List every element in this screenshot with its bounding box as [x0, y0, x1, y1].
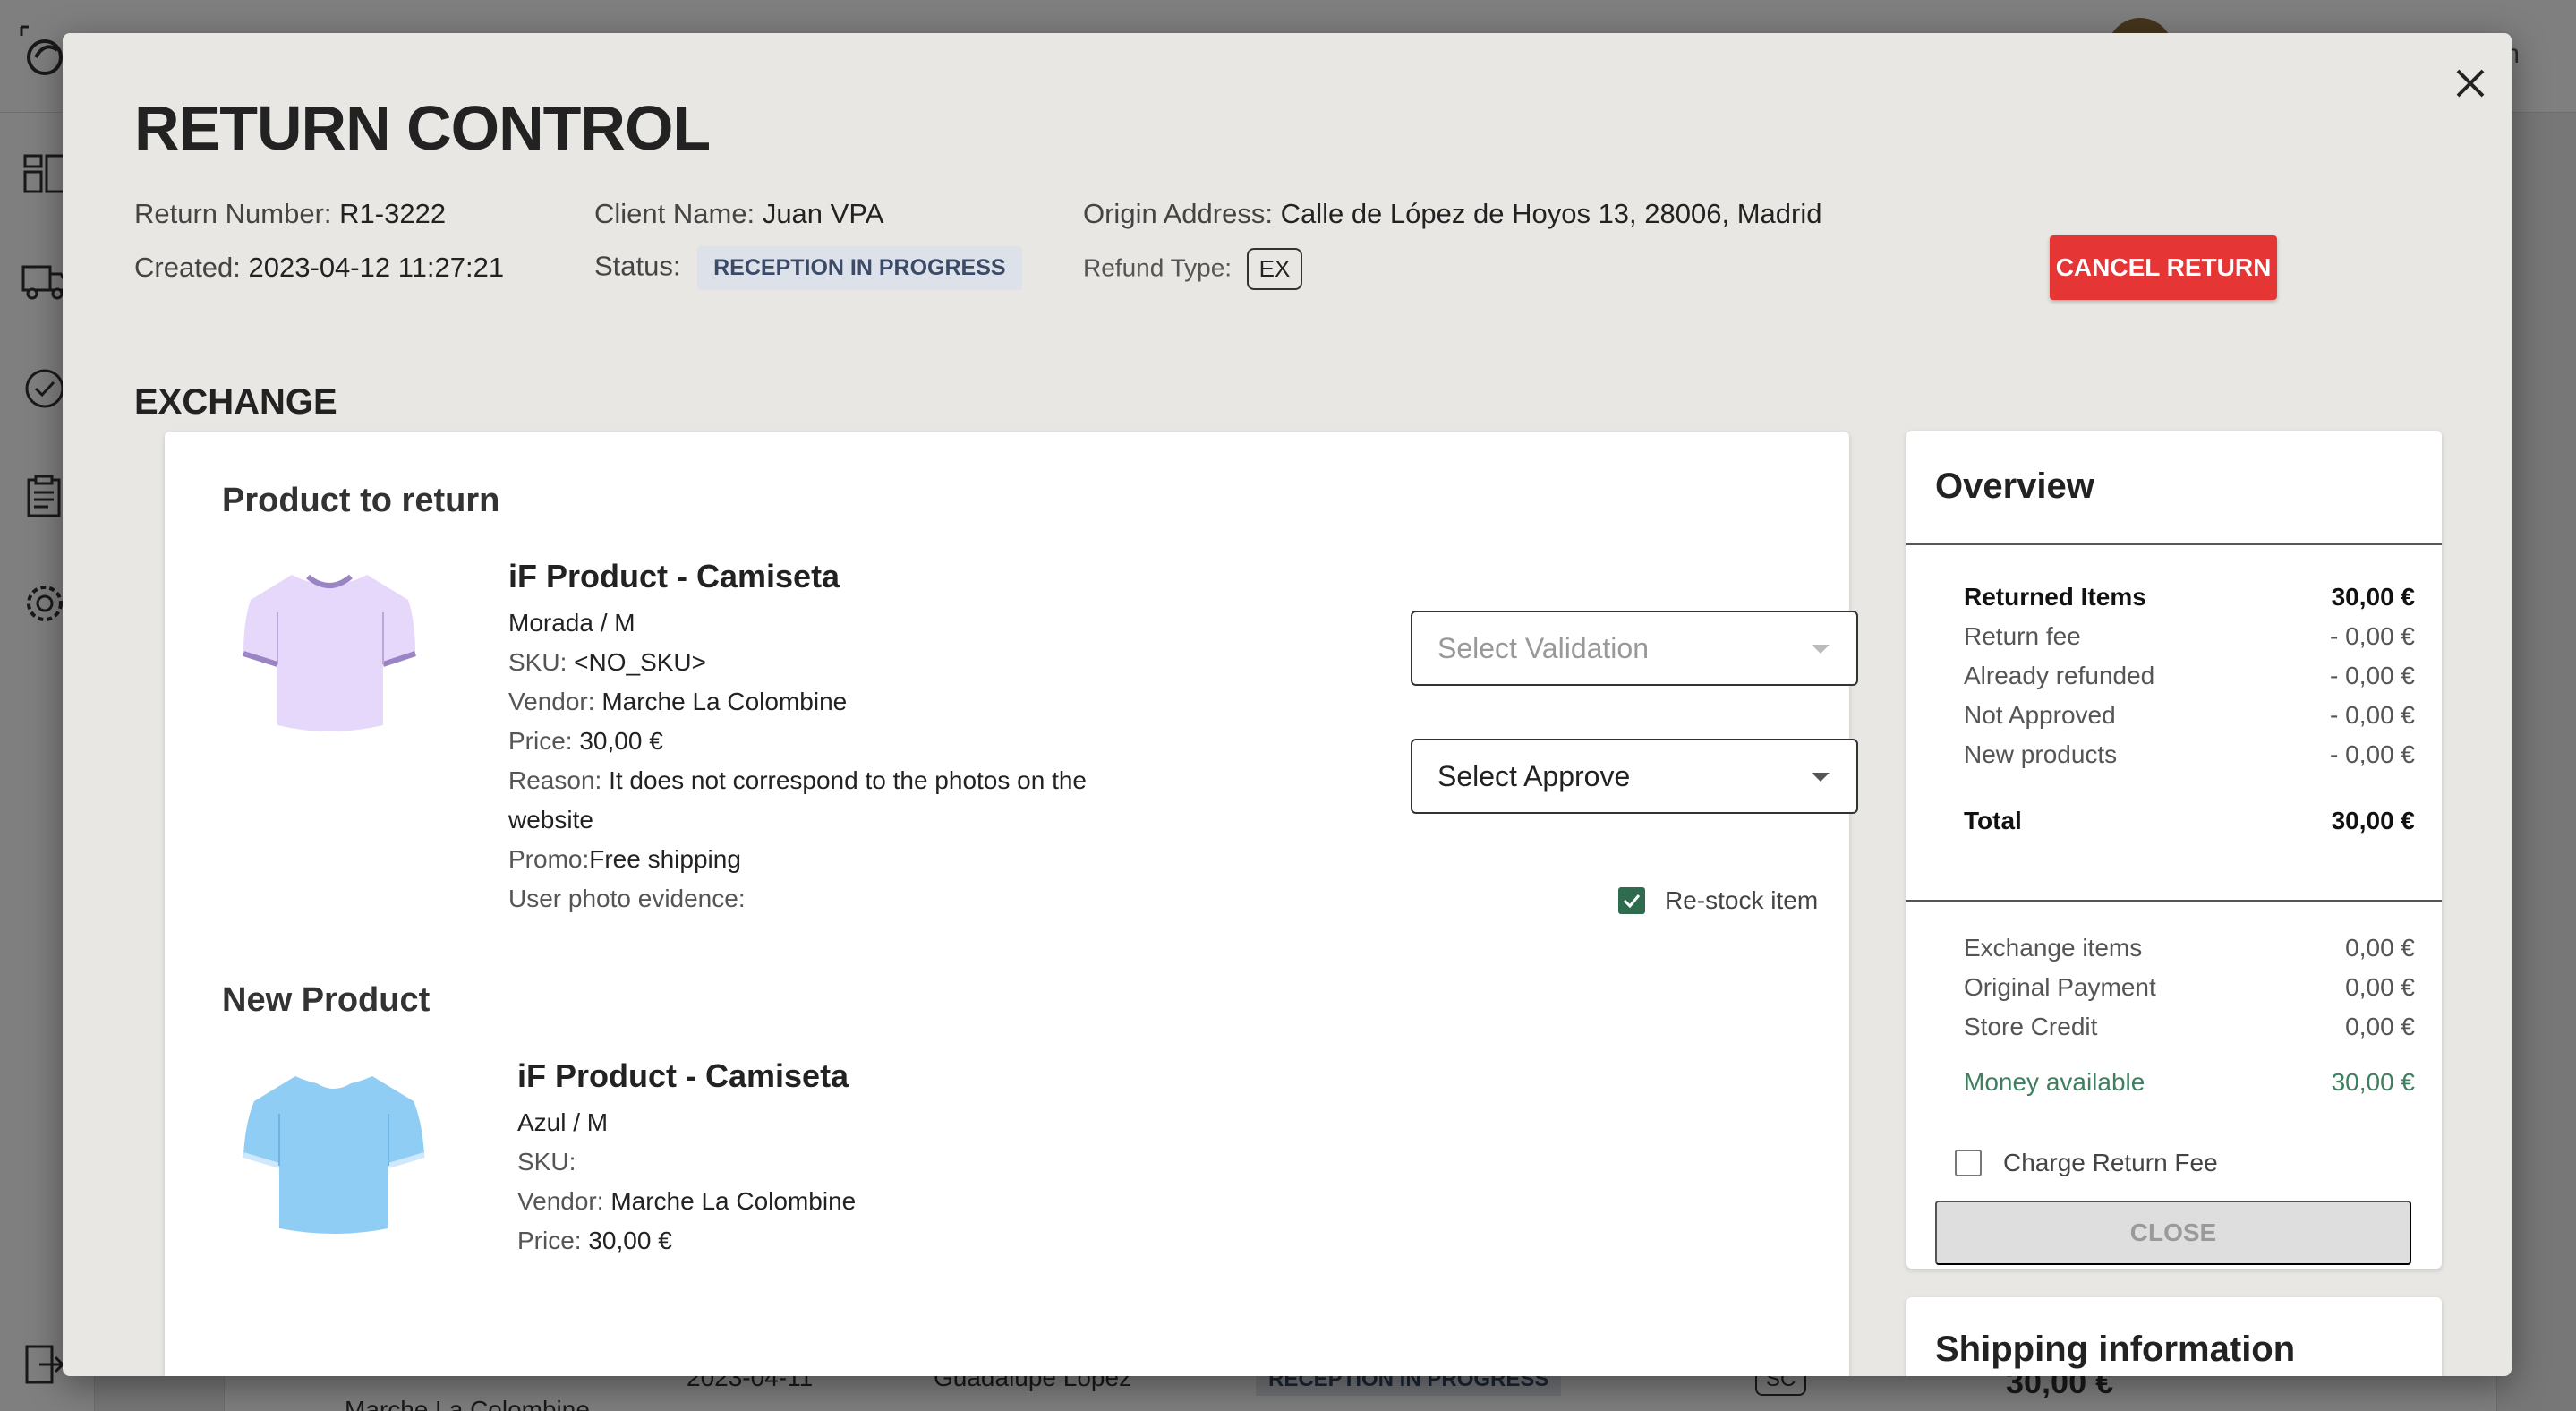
cancel-return-button[interactable]: CANCEL RETURN — [2050, 235, 2277, 300]
returned-product-promo: Promo:Free shipping — [508, 845, 741, 873]
origin-address-value: Calle de López de Hoyos 13, 28006, Madri… — [1280, 198, 1822, 229]
shipping-information-card: Shipping information — [1906, 1297, 2442, 1376]
return-status: Status: RECEPTION IN PROGRESS — [594, 246, 1022, 290]
new-product-details: iF Product - Camiseta Azul / M SKU: Vend… — [517, 1053, 856, 1261]
close-modal-button[interactable] — [2445, 58, 2495, 108]
restock-item-checkbox[interactable]: Re-stock item — [1618, 886, 1818, 915]
returned-sku-value: <NO_SKU> — [574, 648, 706, 676]
client-name-label: Client Name: — [594, 198, 755, 229]
status-label: Status: — [594, 250, 681, 282]
overview-row-new-products: New products - 0,00 € — [1964, 740, 2415, 768]
returned-product-price: Price: 30,00 € — [508, 727, 663, 755]
new-product-vendor: Vendor: Marche La Colombine — [517, 1187, 857, 1215]
select-validation-placeholder: Select Validation — [1437, 631, 1649, 664]
overview-row-return-fee: Return fee - 0,00 € — [1964, 622, 2415, 650]
overview-row-money-available: Money available 30,00 € — [1964, 1068, 2415, 1096]
return-number: Return Number: R1-3222 — [134, 198, 446, 230]
overview-row-store-credit: Store Credit 0,00 € — [1964, 1013, 2415, 1040]
user-photo-evidence-label: User photo evidence: — [508, 885, 746, 912]
created-value: 2023-04-12 11:27:21 — [248, 252, 505, 283]
overview-row-not-approved: Not Approved - 0,00 € — [1964, 701, 2415, 729]
returned-product-reason: Reason: It does not correspond to the ph… — [508, 766, 1088, 834]
section-title: EXCHANGE — [134, 382, 337, 422]
charge-return-fee-checkbox[interactable]: Charge Return Fee — [1955, 1149, 2218, 1177]
returned-product-name: iF Product - Camiseta — [508, 558, 840, 594]
chevron-down-icon — [1812, 645, 1830, 654]
checkbox-unchecked-icon[interactable] — [1955, 1150, 1982, 1176]
checkbox-checked-icon[interactable] — [1618, 887, 1645, 914]
new-product-shirt-icon — [243, 1076, 425, 1234]
return-number-value: R1-3222 — [339, 198, 447, 229]
return-control-modal: RETURN CONTROL Return Number: R1-3222 Cr… — [63, 33, 2512, 1376]
created-date: Created: 2023-04-12 11:27:21 — [134, 252, 504, 284]
return-number-label: Return Number: — [134, 198, 332, 229]
select-approve-value: Select Approve — [1437, 759, 1631, 792]
returned-product-sku: SKU: <NO_SKU> — [508, 648, 706, 676]
restock-item-label: Re-stock item — [1665, 886, 1819, 914]
close-button-disabled[interactable]: CLOSE — [1935, 1201, 2411, 1265]
new-product-variant: Azul / M — [517, 1108, 609, 1136]
new-price-value: 30,00 € — [588, 1227, 672, 1254]
refund-type-badge: EX — [1246, 248, 1303, 290]
origin-address: Origin Address: Calle de López de Hoyos … — [1083, 198, 1821, 230]
select-validation-dropdown[interactable]: Select Validation — [1411, 611, 1858, 686]
product-to-return-heading: Product to return — [222, 482, 500, 519]
overview-row-original-payment: Original Payment 0,00 € — [1964, 973, 2415, 1001]
returned-promo-value: Free shipping — [589, 845, 741, 873]
returned-price-value: 30,00 € — [579, 727, 663, 755]
divider — [1906, 900, 2442, 902]
overview-row-exchange-items: Exchange items 0,00 € — [1964, 934, 2415, 962]
returned-vendor-value: Marche La Colombine — [601, 688, 848, 715]
refund-type: Refund Type: EX — [1083, 248, 1303, 290]
returned-product-vendor: Vendor: Marche La Colombine — [508, 688, 848, 715]
status-badge: RECEPTION IN PROGRESS — [697, 246, 1022, 290]
returned-shirt-icon — [243, 574, 416, 731]
overview-row-already-refunded: Already refunded - 0,00 € — [1964, 662, 2415, 689]
modal-title: RETURN CONTROL — [134, 93, 711, 163]
new-product-price: Price: 30,00 € — [517, 1227, 672, 1254]
overview-title: Overview — [1935, 466, 2094, 506]
client-name: Client Name: Juan VPA — [594, 198, 883, 230]
new-product-sku: SKU: — [517, 1148, 576, 1176]
client-name-value: Juan VPA — [762, 198, 884, 229]
new-product-name: iF Product - Camiseta — [517, 1057, 849, 1094]
new-product-heading: New Product — [222, 981, 431, 1019]
overview-card: Overview Returned Items 30,00 € Return fe… — [1906, 431, 2442, 1269]
overview-row-returned-items: Returned Items 30,00 € — [1964, 583, 2415, 611]
returned-product-variant: Morada / M — [508, 609, 635, 637]
created-label: Created: — [134, 252, 241, 283]
select-approve-dropdown[interactable]: Select Approve — [1411, 739, 1858, 814]
origin-address-label: Origin Address: — [1083, 198, 1273, 229]
new-vendor-value: Marche La Colombine — [610, 1187, 857, 1215]
close-icon — [2456, 69, 2485, 98]
charge-return-fee-label: Charge Return Fee — [2003, 1149, 2218, 1176]
product-card: Product to return iF Product - Camiseta … — [165, 432, 1858, 1376]
overview-row-total: Total 30,00 € — [1964, 807, 2415, 834]
divider — [1906, 543, 2442, 545]
chevron-down-icon — [1812, 773, 1830, 782]
shipping-information-title: Shipping information — [1935, 1330, 2296, 1369]
returned-product-details: iF Product - Camiseta Morada / M SKU: <N… — [508, 553, 1153, 919]
refund-type-label: Refund Type: — [1083, 253, 1233, 282]
